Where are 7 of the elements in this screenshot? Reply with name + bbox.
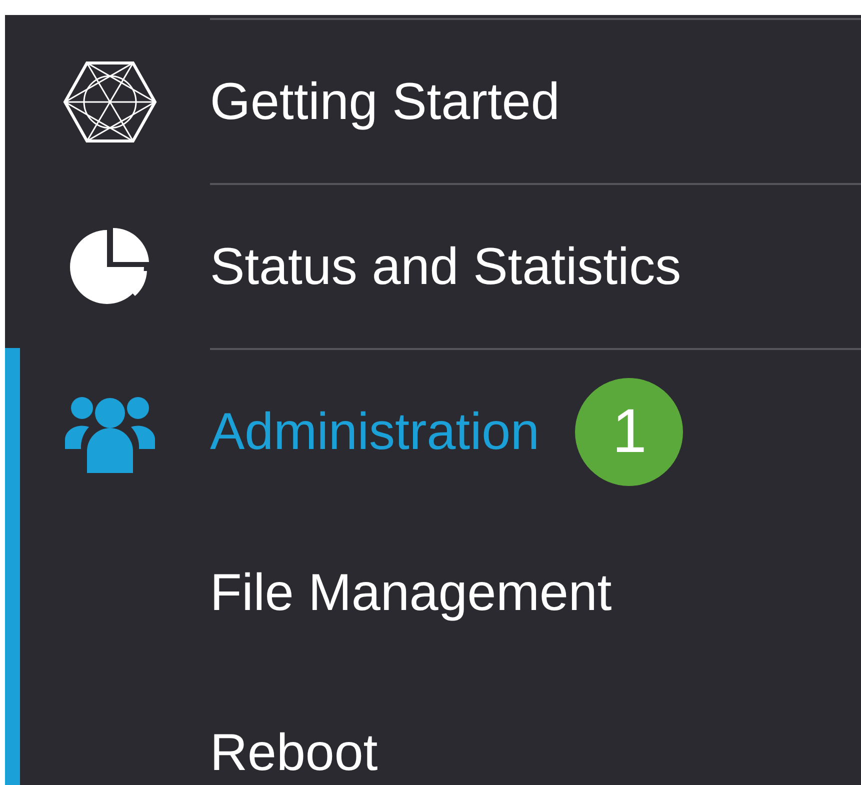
nav-item[interactable]: Administration (210, 402, 540, 462)
hexagon-icon (63, 60, 157, 144)
nav-subitem[interactable]: File Management (210, 563, 612, 623)
nav-subitem[interactable]: Reboot (210, 723, 378, 783)
nav-item[interactable]: Getting Started (210, 72, 560, 132)
nav-item[interactable]: Status and Statistics (210, 236, 682, 296)
step-badge: 1 (575, 378, 684, 486)
